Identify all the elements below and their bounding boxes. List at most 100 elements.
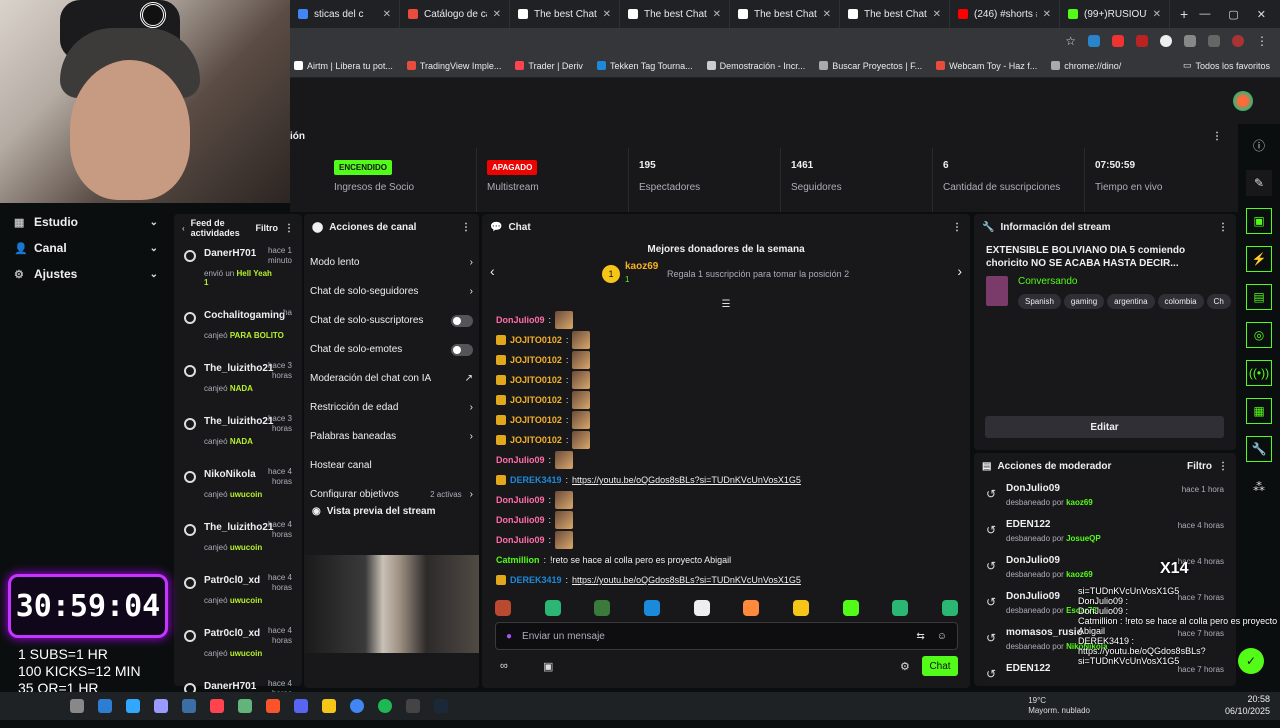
floating-action-icon[interactable]: ✓ (1238, 648, 1264, 674)
chat-username[interactable]: DonJulio09 (496, 495, 545, 505)
feed-item[interactable]: Patr0cl0_xd hace 4 horas canjeó uwucoin (174, 569, 302, 622)
channel-action-6[interactable]: Palabras baneadas › (304, 422, 479, 451)
chat-send-button[interactable]: Chat (922, 656, 958, 676)
bookmark[interactable]: Buscar Proyectos | F... (819, 61, 922, 71)
chat-message[interactable]: DonJulio09: (482, 530, 970, 550)
chat-message[interactable]: JOJITO0102: (482, 370, 970, 390)
chat-message[interactable]: JOJITO0102: (482, 410, 970, 430)
mod-actor[interactable]: kaoz69 (1066, 570, 1093, 579)
feed-filter-button[interactable]: Filtro (256, 223, 279, 233)
browser-tab[interactable]: The best ChatBot ✕ (730, 0, 840, 28)
chrome-icon[interactable] (350, 699, 364, 713)
browser-tab[interactable]: (99+)RUSIOUWU ✕ (1060, 0, 1170, 28)
nav-item-ajustes[interactable]: ⚙ Ajustes ⌄ (0, 261, 172, 287)
feed-item[interactable]: The_luizitho21 hace 3 horas canjeó NADA (174, 357, 302, 410)
chat-username[interactable]: DonJulio09 (496, 535, 545, 545)
stream-tag[interactable]: Spanish (1018, 294, 1061, 309)
browser-tab[interactable]: sticas del c ✕ (290, 0, 400, 28)
steam-icon[interactable] (434, 699, 448, 713)
channel-action-3[interactable]: Chat de solo-emotes (304, 335, 479, 364)
chat-message[interactable]: Catmillion: !reto se hace al colla pero e… (482, 550, 970, 570)
chat-username[interactable]: DEREK3419 (510, 475, 562, 485)
edge-icon[interactable] (98, 699, 112, 713)
chat-username[interactable]: JOJITO0102 (510, 355, 562, 365)
chat-username[interactable]: DonJulio09 (496, 455, 545, 465)
mic-icon[interactable]: ● (506, 631, 512, 642)
emote-icon[interactable] (594, 600, 611, 616)
discord-icon[interactable] (294, 699, 308, 713)
wrench-icon[interactable]: 🔧 (1246, 436, 1272, 462)
feed-item[interactable]: Patr0cl0_xd hace 4 horas canjeó uwucoin (174, 622, 302, 675)
translate-icon[interactable]: ⇆ (916, 631, 924, 642)
minimize-icon[interactable]: — (1199, 8, 1210, 21)
close-icon[interactable]: ✕ (713, 9, 721, 20)
emote-icon[interactable] (544, 600, 561, 616)
browser-tab[interactable]: The best ChatBot ✕ (840, 0, 950, 28)
more-icon[interactable]: ⋮ (1212, 131, 1222, 142)
photoshop-icon[interactable] (126, 699, 140, 713)
more-icon[interactable]: ⋮ (1256, 34, 1268, 48)
more-icon[interactable]: ⋮ (284, 223, 294, 234)
chat-text[interactable]: https://youtu.be/oQGdos8sBLs?si=TUDnKVcU… (572, 475, 801, 485)
chat-username[interactable]: DEREK3419 (510, 575, 562, 585)
browser-tab[interactable]: (246) #shorts #m ✕ (950, 0, 1060, 28)
feed-item[interactable]: NikoNikola hace 4 horas canjeó uwucoin (174, 463, 302, 516)
pencil-icon[interactable]: ✎ (1246, 170, 1272, 196)
bookmark[interactable]: Webcam Toy - Haz f... (936, 61, 1037, 71)
edit-button[interactable]: Editar (985, 416, 1224, 438)
new-tab-button[interactable]: + (1170, 6, 1198, 22)
chat-message[interactable]: DonJulio09: (482, 310, 970, 330)
chat-username[interactable]: Catmillion (496, 555, 540, 565)
chat-message[interactable]: DonJulio09: (482, 510, 970, 530)
emote-icon[interactable] (643, 600, 660, 616)
close-icon[interactable]: ✕ (1257, 8, 1266, 21)
server-icon[interactable]: ▦ (1246, 398, 1272, 424)
nav-item-canal[interactable]: 👤 Canal ⌄ (0, 235, 172, 261)
crop-icon[interactable]: ▣ (1246, 208, 1272, 234)
more-icon[interactable]: ⋮ (1218, 461, 1228, 472)
stream-tag[interactable]: argentina (1107, 294, 1155, 309)
broadcast-icon[interactable]: ((•)) (1246, 360, 1272, 386)
gear-icon[interactable]: ⚙ (900, 660, 910, 673)
toggle-switch[interactable] (451, 314, 473, 327)
chat-username[interactable]: JOJITO0102 (510, 435, 562, 445)
puzzle-icon[interactable] (1184, 35, 1196, 47)
profile-icon[interactable] (1232, 35, 1244, 47)
chat-message[interactable]: DonJulio09: (482, 490, 970, 510)
more-icon[interactable]: ⋮ (952, 222, 962, 233)
all-favorites[interactable]: ▭ Todos los favoritos (1183, 60, 1280, 71)
chat-message[interactable]: JOJITO0102: (482, 390, 970, 410)
chat-input[interactable]: ● Enviar un mensaje ⇆ ☺ (495, 622, 958, 650)
mod-filter-button[interactable]: Filtro (1187, 461, 1212, 472)
gift-icon[interactable]: ▣ (543, 660, 553, 673)
channel-action-2[interactable]: Chat de solo-suscriptores (304, 306, 479, 335)
channel-action-0[interactable]: Modo lento › (304, 248, 479, 277)
browser-tab[interactable]: The best ChatBot ✕ (620, 0, 730, 28)
chat-username[interactable]: JOJITO0102 (510, 375, 562, 385)
emote-icon[interactable] (941, 600, 958, 616)
chat-message[interactable]: JOJITO0102: (482, 430, 970, 450)
extension-icon[interactable] (1112, 35, 1124, 47)
close-icon[interactable]: ✕ (1043, 9, 1051, 20)
chat-message[interactable]: JOJITO0102: (482, 330, 970, 350)
stream-tag[interactable]: colombia (1157, 294, 1204, 309)
chevron-right-icon[interactable]: › (957, 263, 962, 279)
brave-icon[interactable] (266, 699, 280, 713)
bookmark[interactable]: Tekken Tag Tourna... (596, 61, 693, 71)
bookmark[interactable]: Airtm | Libera tu pot... (294, 61, 393, 71)
close-icon[interactable]: ✕ (603, 9, 611, 20)
emote-icon[interactable] (792, 600, 809, 616)
extension-icon[interactable] (1088, 35, 1100, 47)
chevron-left-icon[interactable]: ‹ (490, 263, 495, 279)
stream-tag[interactable]: Ch (1206, 294, 1231, 309)
obs-icon[interactable] (406, 699, 420, 713)
toggle-switch[interactable] (451, 343, 473, 356)
close-icon[interactable]: ✕ (383, 9, 391, 20)
extension-icon[interactable] (1136, 35, 1148, 47)
feed-item[interactable]: Cochalitogaming ha canjeó PARA BOLITO (174, 304, 302, 357)
emoji-icon[interactable]: ☺ (937, 631, 947, 642)
more-icon[interactable]: ⋮ (461, 222, 471, 233)
close-icon[interactable]: ✕ (1153, 9, 1161, 20)
star-icon[interactable]: ☆ (1065, 34, 1076, 48)
chat-message[interactable]: DEREK3419: https://youtu.be/oQGdos8sBLs?s… (482, 570, 970, 590)
